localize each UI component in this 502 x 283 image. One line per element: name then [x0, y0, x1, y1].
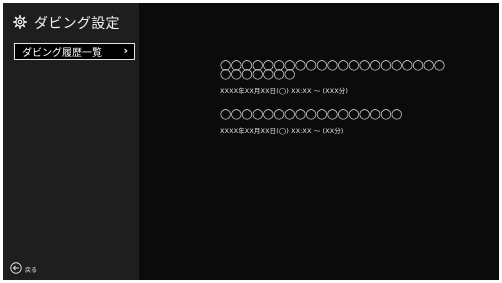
history-list: ◯◯◯◯◯◯◯◯◯◯◯◯◯◯◯◯◯◯◯◯◯◯◯◯◯◯◯◯ XXXX年XX月XX日… — [139, 3, 499, 280]
history-item-title: ◯◯◯◯◯◯◯◯◯◯◯◯◯◯◯◯◯◯◯◯◯◯◯◯◯◯◯◯ — [220, 60, 445, 80]
menu-item-dubbing-history[interactable]: ダビング履歴一覧 › — [14, 43, 135, 60]
history-item-datetime: XXXX年XX月XX日(◯) XX:XX 〜 (XX分) — [220, 127, 344, 135]
history-item[interactable]: ◯◯◯◯◯◯◯◯◯◯◯◯◯◯◯◯◯◯◯◯◯◯◯◯◯◯◯◯ XXXX年XX月XX日… — [220, 60, 450, 96]
screen: ダビング設定 ダビング履歴一覧 › 戻る ◯◯◯◯◯◯◯◯◯◯◯◯◯◯◯◯◯◯◯… — [3, 3, 499, 280]
history-item-datetime: XXXX年XX月XX日(◯) XX:XX 〜 (XXX分) — [220, 87, 348, 95]
gear-icon — [13, 14, 34, 33]
sidebar-title: ダビング設定 — [34, 15, 120, 32]
back-button[interactable]: 戻る — [10, 262, 37, 276]
back-label: 戻る — [25, 266, 38, 274]
history-item[interactable]: ◯◯◯◯◯◯◯◯◯◯◯◯◯◯◯◯◯ XXXX年XX月XX日(◯) XX:XX 〜… — [220, 109, 450, 136]
chevron-right-icon: › — [123, 44, 128, 57]
history-item-title: ◯◯◯◯◯◯◯◯◯◯◯◯◯◯◯◯◯ — [220, 109, 402, 120]
sidebar: ダビング設定 ダビング履歴一覧 › 戻る — [3, 3, 139, 280]
menu-item-label: ダビング履歴一覧 — [22, 48, 102, 59]
sidebar-header: ダビング設定 — [13, 14, 120, 33]
back-arrow-icon — [10, 262, 25, 276]
